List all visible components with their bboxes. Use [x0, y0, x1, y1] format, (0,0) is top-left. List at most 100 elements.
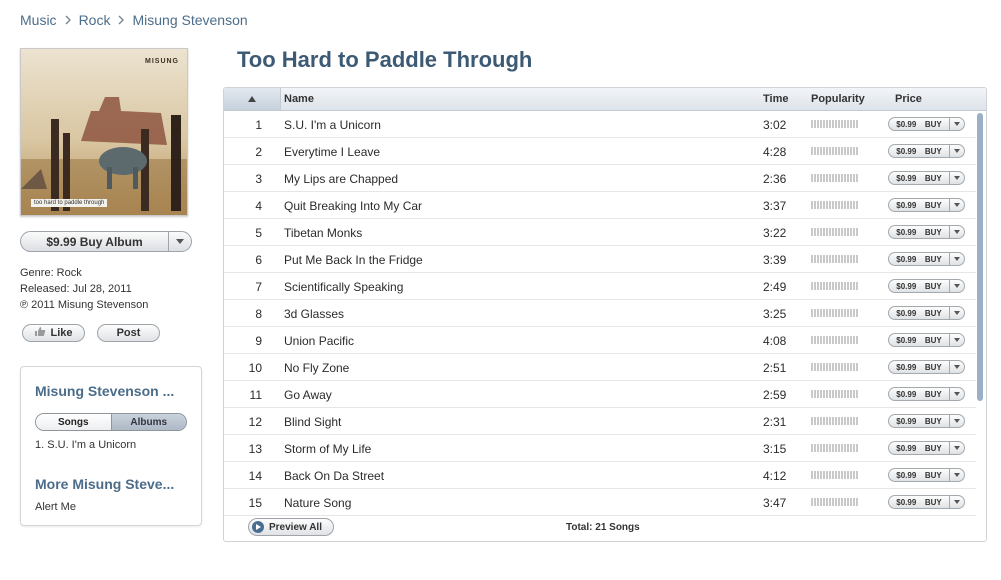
track-name[interactable]: S.U. I'm a Unicorn — [284, 118, 381, 132]
track-buy-dropdown[interactable] — [949, 414, 965, 428]
scrollbar-thumb[interactable] — [977, 113, 983, 401]
track-name[interactable]: Put Me Back In the Fridge — [284, 253, 423, 267]
popularity-bar — [811, 390, 859, 398]
track-buy-dropdown[interactable] — [949, 225, 965, 239]
track-buy-button[interactable]: $0.99 BUY — [888, 306, 965, 320]
track-name[interactable]: Go Away — [284, 388, 332, 402]
track-row[interactable]: 4 Quit Breaking Into My Car 3:37 $0.99 BU… — [224, 192, 976, 219]
track-buy-main[interactable]: $0.99 BUY — [888, 306, 949, 320]
artist-top-song[interactable]: 1. S.U. I'm a Unicorn — [35, 439, 136, 451]
track-row[interactable]: 12 Blind Sight 2:31 $0.99 BUY — [224, 408, 976, 435]
track-name[interactable]: Storm of My Life — [284, 442, 371, 456]
track-buy-dropdown[interactable] — [949, 495, 965, 509]
breadcrumb-artist[interactable]: Misung Stevenson — [132, 12, 247, 28]
track-buy-dropdown[interactable] — [949, 117, 965, 131]
header-popularity[interactable]: Popularity — [811, 93, 865, 105]
tab-albums[interactable]: Albums — [111, 414, 186, 430]
header-name[interactable]: Name — [284, 93, 314, 105]
track-buy-button[interactable]: $0.99 BUY — [888, 441, 965, 455]
track-buy-main[interactable]: $0.99 BUY — [888, 171, 949, 185]
track-row[interactable]: 14 Back On Da Street 4:12 $0.99 BUY — [224, 462, 976, 489]
track-buy-button[interactable]: $0.99 BUY — [888, 360, 965, 374]
track-buy-dropdown[interactable] — [949, 468, 965, 482]
track-buy-button[interactable]: $0.99 BUY — [888, 198, 965, 212]
track-buy-dropdown[interactable] — [949, 333, 965, 347]
header-price[interactable]: Price — [895, 93, 922, 105]
more-by-artist-title[interactable]: More Misung Steve... — [35, 476, 195, 492]
track-row[interactable]: 13 Storm of My Life 3:15 $0.99 BUY — [224, 435, 976, 462]
track-buy-button[interactable]: $0.99 BUY — [888, 117, 965, 131]
breadcrumb-rock[interactable]: Rock — [79, 12, 111, 28]
track-name[interactable]: No Fly Zone — [284, 361, 349, 375]
track-buy-button[interactable]: $0.99 BUY — [888, 171, 965, 185]
track-row[interactable]: 6 Put Me Back In the Fridge 3:39 $0.99 BU… — [224, 246, 976, 273]
track-row[interactable]: 15 Nature Song 3:47 $0.99 BUY — [224, 489, 976, 516]
track-row[interactable]: 10 No Fly Zone 2:51 $0.99 BUY — [224, 354, 976, 381]
alert-me-link[interactable]: Alert Me — [35, 501, 76, 513]
track-buy-main[interactable]: $0.99 BUY — [888, 468, 949, 482]
track-buy-button[interactable]: $0.99 BUY — [888, 252, 965, 266]
track-name[interactable]: Scientifically Speaking — [284, 280, 403, 294]
track-name[interactable]: Union Pacific — [284, 334, 354, 348]
track-row[interactable]: 2 Everytime I Leave 4:28 $0.99 BUY — [224, 138, 976, 165]
track-buy-main[interactable]: $0.99 BUY — [888, 117, 949, 131]
track-buy-main[interactable]: $0.99 BUY — [888, 279, 949, 293]
tab-songs[interactable]: Songs — [36, 414, 112, 430]
like-button[interactable]: Like — [22, 324, 85, 342]
track-buy-main[interactable]: $0.99 BUY — [888, 495, 949, 509]
track-buy-main[interactable]: $0.99 BUY — [888, 252, 949, 266]
track-buy-button[interactable]: $0.99 BUY — [888, 225, 965, 239]
track-buy-dropdown[interactable] — [949, 198, 965, 212]
track-buy-button[interactable]: $0.99 BUY — [888, 414, 965, 428]
track-name[interactable]: Blind Sight — [284, 415, 341, 429]
track-row[interactable]: 5 Tibetan Monks 3:22 $0.99 BUY — [224, 219, 976, 246]
track-name[interactable]: 3d Glasses — [284, 307, 344, 321]
track-name[interactable]: Quit Breaking Into My Car — [284, 199, 422, 213]
track-buy-dropdown[interactable] — [949, 441, 965, 455]
buy-album-dropdown[interactable] — [168, 231, 192, 252]
post-button[interactable]: Post — [97, 324, 160, 342]
track-buy-main[interactable]: $0.99 BUY — [888, 144, 949, 158]
track-buy-main[interactable]: $0.99 BUY — [888, 414, 949, 428]
track-name[interactable]: Nature Song — [284, 496, 351, 510]
preview-all-button[interactable]: Preview All — [248, 518, 334, 536]
buy-album-button[interactable]: $9.99 Buy Album — [20, 231, 168, 252]
track-buy-dropdown[interactable] — [949, 144, 965, 158]
track-row[interactable]: 3 My Lips are Chapped 2:36 $0.99 BUY — [224, 165, 976, 192]
track-name[interactable]: Everytime I Leave — [284, 145, 380, 159]
album-artwork[interactable]: MISUNG too hard to paddle through — [20, 48, 188, 216]
track-buy-button[interactable]: $0.99 BUY — [888, 468, 965, 482]
track-buy-main[interactable]: $0.99 BUY — [888, 225, 949, 239]
track-list-scrollbar[interactable] — [977, 113, 983, 511]
track-name[interactable]: My Lips are Chapped — [284, 172, 398, 186]
artist-panel-title[interactable]: Misung Stevenson ... — [35, 383, 195, 399]
track-buy-button[interactable]: $0.99 BUY — [888, 333, 965, 347]
track-buy-main[interactable]: $0.99 BUY — [888, 387, 949, 401]
track-row[interactable]: 7 Scientifically Speaking 2:49 $0.99 BUY — [224, 273, 976, 300]
track-buy-main[interactable]: $0.99 BUY — [888, 198, 949, 212]
track-buy-dropdown[interactable] — [949, 306, 965, 320]
header-time[interactable]: Time — [763, 93, 788, 105]
track-buy-button[interactable]: $0.99 BUY — [888, 144, 965, 158]
track-buy-button[interactable]: $0.99 BUY — [888, 279, 965, 293]
track-row[interactable]: 11 Go Away 2:59 $0.99 BUY — [224, 381, 976, 408]
track-buy-dropdown[interactable] — [949, 360, 965, 374]
track-row[interactable]: 1 S.U. I'm a Unicorn 3:02 $0.99 BUY — [224, 111, 976, 138]
track-buy-dropdown[interactable] — [949, 387, 965, 401]
track-buy-main[interactable]: $0.99 BUY — [888, 333, 949, 347]
track-buy-main[interactable]: $0.99 BUY — [888, 441, 949, 455]
breadcrumb-music[interactable]: Music — [20, 12, 57, 28]
sort-column-header[interactable] — [224, 88, 281, 110]
track-buy-dropdown[interactable] — [949, 279, 965, 293]
track-buy-label: BUY — [924, 416, 942, 426]
track-buy-button[interactable]: $0.99 BUY — [888, 495, 965, 509]
track-name[interactable]: Back On Da Street — [284, 469, 384, 483]
track-name[interactable]: Tibetan Monks — [284, 226, 362, 240]
track-buy-dropdown[interactable] — [949, 252, 965, 266]
track-row[interactable]: 8 3d Glasses 3:25 $0.99 BUY — [224, 300, 976, 327]
track-buy-button[interactable]: $0.99 BUY — [888, 387, 965, 401]
track-buy-dropdown[interactable] — [949, 171, 965, 185]
track-row[interactable]: 9 Union Pacific 4:08 $0.99 BUY — [224, 327, 976, 354]
track-buy-main[interactable]: $0.99 BUY — [888, 360, 949, 374]
track-buy-label: BUY — [924, 119, 942, 129]
